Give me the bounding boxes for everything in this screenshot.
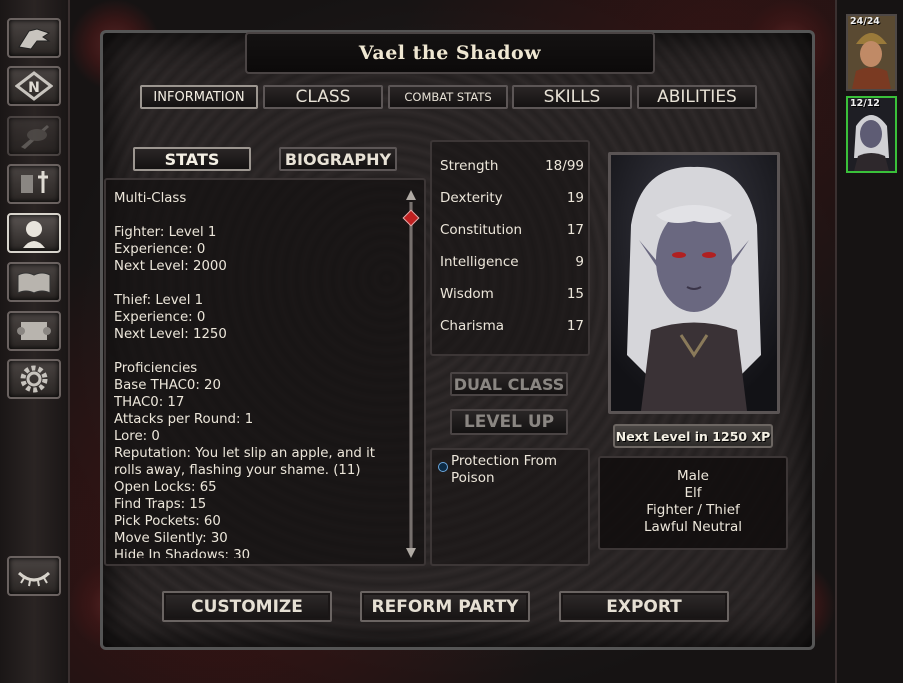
stats-line [114, 343, 404, 360]
next-level-xp: Next Level in 1250 XP [613, 424, 773, 448]
alignment: Lawful Neutral [643, 519, 742, 535]
toggle-ui-eye-icon[interactable] [7, 556, 61, 596]
stats-line: Multi-Class [114, 191, 187, 206]
attribute-constitution: Constitution 17 [440, 220, 584, 240]
attribute-value: 9 [575, 254, 584, 270]
stats-line: Base THAC0: 20 [114, 378, 221, 393]
stats-line [114, 275, 404, 292]
dragon-head-icon[interactable] [7, 18, 61, 58]
tab-skills[interactable]: SKILLS [512, 85, 632, 109]
stats-line: Experience: 0 [114, 242, 206, 257]
party-hp: 12/12 [850, 98, 880, 109]
attribute-value: 19 [566, 190, 584, 206]
attribute-value: 15 [566, 286, 584, 302]
title-bar: Vael the Shadow [245, 32, 655, 74]
stats-line: Next Level: 1250 [114, 327, 227, 342]
stats-line: Find Traps: 15 [114, 497, 207, 512]
stats-text[interactable]: Multi-Class Fighter: Level 1 Experience:… [114, 190, 404, 558]
protection-icon [438, 462, 448, 472]
stats-line: Hide In Shadows: 30 [114, 548, 251, 558]
party-hp: 24/24 [850, 16, 880, 27]
attributes-panel: Strength 18/99 Dexterity 19 Constitution… [430, 140, 590, 356]
portrait-image [611, 155, 777, 411]
svg-text:N: N [28, 80, 40, 96]
options-gear-icon[interactable] [7, 359, 61, 399]
level-up-button[interactable]: LEVEL UP [450, 409, 568, 435]
priest-scroll-icon[interactable] [7, 311, 61, 351]
character-portrait[interactable] [608, 152, 780, 414]
stats-line: Proficiencies [114, 361, 198, 376]
attribute-strength: Strength 18/99 [440, 156, 584, 176]
character-info-panel: Male Elf Fighter / Thief Lawful Neutral [598, 456, 788, 550]
reform-party-button[interactable]: REFORM PARTY [360, 591, 530, 622]
left-sidebar: N [0, 0, 70, 683]
attribute-name: Dexterity [440, 190, 503, 206]
attribute-charisma: Charisma 17 [440, 316, 584, 336]
inventory-sword-icon[interactable] [7, 164, 61, 204]
stats-line [114, 207, 404, 224]
dual-class-button[interactable]: DUAL CLASS [450, 372, 568, 396]
party-member-portrait[interactable]: 12/12 [846, 96, 897, 173]
stats-line: Reputation: You let slip an apple, and i… [114, 446, 380, 478]
export-button[interactable]: EXPORT [559, 591, 729, 622]
party-portraits: 24/24 12/12 [835, 0, 903, 683]
mage-book-icon[interactable] [7, 262, 61, 302]
tab-information[interactable]: INFORMATION [140, 85, 258, 109]
attribute-dexterity: Dexterity 19 [440, 188, 584, 208]
stats-line: Attacks per Round: 1 [114, 412, 254, 427]
class: Fighter / Thief [646, 502, 740, 518]
attribute-value: 17 [566, 222, 584, 238]
stats-scrollbar[interactable] [402, 190, 420, 560]
scroll-up-arrow-icon[interactable] [406, 190, 416, 200]
stats-line: Fighter: Level 1 [114, 225, 217, 240]
scroll-thumb[interactable] [402, 209, 420, 227]
attribute-name: Intelligence [440, 254, 519, 270]
character-name: Vael the Shadow [358, 42, 542, 64]
tab-abilities[interactable]: ABILITIES [637, 85, 757, 109]
attribute-name: Constitution [440, 222, 523, 238]
attribute-name: Charisma [440, 318, 505, 334]
tab-biography[interactable]: BIOGRAPHY [279, 147, 397, 171]
tab-combat-stats[interactable]: COMBAT STATS [388, 85, 508, 109]
tab-stats[interactable]: STATS [133, 147, 251, 171]
attribute-value: 17 [566, 318, 584, 334]
stats-line: THAC0: 17 [114, 395, 185, 410]
race: Elf [684, 485, 702, 501]
stats-line: Experience: 0 [114, 310, 206, 325]
stats-line: Lore: 0 [114, 429, 160, 444]
attribute-intelligence: Intelligence 9 [440, 252, 584, 272]
stats-line: Thief: Level 1 [114, 293, 204, 308]
scroll-track[interactable] [409, 202, 413, 548]
journal-quill-icon[interactable] [7, 116, 61, 156]
party-member-portrait[interactable]: 24/24 [846, 14, 897, 91]
customize-button[interactable]: CUSTOMIZE [162, 591, 332, 622]
tab-class[interactable]: CLASS [263, 85, 383, 109]
stats-line: Open Locks: 65 [114, 480, 217, 495]
stats-line: Pick Pockets: 60 [114, 514, 221, 529]
attribute-name: Wisdom [440, 286, 494, 302]
character-record-icon[interactable] [7, 213, 61, 253]
stats-line: Move Silently: 30 [114, 531, 228, 546]
stats-line: Next Level: 2000 [114, 259, 227, 274]
effect-label: Protection From Poison [451, 453, 558, 486]
scroll-down-arrow-icon[interactable] [406, 548, 416, 558]
gender: Male [677, 468, 709, 484]
attribute-value: 18/99 [545, 158, 584, 174]
map-compass-icon[interactable]: N [7, 66, 61, 106]
attribute-wisdom: Wisdom 15 [440, 284, 584, 304]
attribute-name: Strength [440, 158, 499, 174]
